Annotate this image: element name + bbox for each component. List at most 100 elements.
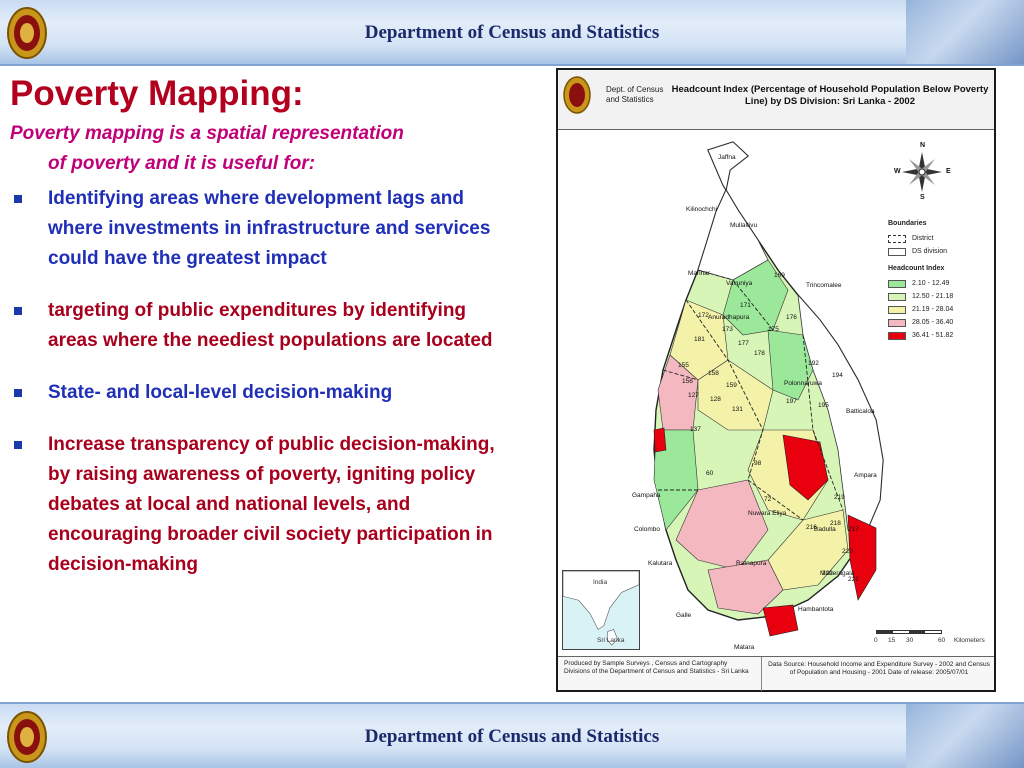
place-label: Hambantota <box>798 606 834 613</box>
bullet-item: Identifying areas where development lags… <box>10 184 510 274</box>
banner-photo <box>906 704 1024 768</box>
legend-headcount-title: Headcount Index <box>888 265 945 272</box>
legend-row: 36.41 - 51.82 <box>888 330 992 341</box>
place-label: Mullaitivu <box>730 222 758 229</box>
division-number: 155 <box>678 362 689 369</box>
map-data-source: Data Source: Household Income and Expend… <box>768 661 990 676</box>
legend-label: 21.19 - 28.04 <box>912 306 954 313</box>
division-number: 197 <box>786 398 797 405</box>
legend-row: District <box>888 233 992 244</box>
bullet-square-icon <box>14 441 22 449</box>
legend-label: DS division <box>912 248 948 255</box>
place-label: Mannar <box>688 270 711 277</box>
place-label: Ampara <box>854 472 877 479</box>
place-label: Kilinochchi <box>686 206 718 213</box>
division-number: 175 <box>768 326 779 333</box>
ds-division-swatch <box>888 247 906 256</box>
division-number: 181 <box>694 336 705 343</box>
bullet-square-icon <box>14 307 22 315</box>
subtitle-line-1: Poverty mapping is a spatial representat… <box>10 123 404 144</box>
legend-swatch <box>888 279 906 288</box>
division-number: 176 <box>786 314 797 321</box>
division-number: 218 <box>830 520 841 527</box>
bullet-item: State- and local-level decision-making <box>10 378 510 408</box>
division-number: 219 <box>834 494 845 501</box>
poverty-map-figure: Dept. of Census and Statistics Headcount… <box>556 68 996 692</box>
division-number: 158 <box>708 370 719 377</box>
bullet-text: Identifying areas where development lags… <box>48 188 491 269</box>
inset-label-sri-lanka: Sri Lanka <box>597 637 625 644</box>
legend-swatch <box>888 318 906 327</box>
place-label: Anuradhapura <box>708 314 750 321</box>
compass-east: E <box>946 168 951 175</box>
place-label: Nuwara Eliya <box>748 510 787 517</box>
page-subtitle: Poverty mapping is a spatial representat… <box>10 119 520 179</box>
legend-label: 28.05 - 36.40 <box>912 319 954 326</box>
map-title: Headcount Index (Percentage of Household… <box>671 84 989 107</box>
place-label: Kalutara <box>648 560 673 567</box>
legend-row: 28.05 - 36.40 <box>888 317 992 328</box>
division-number: 177 <box>738 340 749 347</box>
district-swatch <box>888 234 906 243</box>
legend-boundaries-title: Boundaries <box>888 220 927 227</box>
place-label: Jaffna <box>718 154 736 161</box>
division-number: 169 <box>774 272 785 279</box>
division-number: 72 <box>764 496 772 503</box>
legend-label: 36.41 - 51.82 <box>912 332 954 339</box>
place-label: Gampaha <box>632 492 661 499</box>
division-number: 171 <box>740 302 751 309</box>
page-title: Poverty Mapping: <box>10 74 304 113</box>
bullet-text: Increase transparency of public decision… <box>48 434 495 575</box>
place-label: Trincomalee <box>806 282 842 289</box>
dept-logo-icon <box>563 76 591 114</box>
place-label: Matara <box>734 644 755 651</box>
map-header: Dept. of Census and Statistics Headcount… <box>558 70 994 130</box>
bottom-banner: Department of Census and Statistics <box>0 702 1024 768</box>
subtitle-line-2: of poverty and it is useful for: <box>48 153 316 174</box>
division-number: 131 <box>732 406 743 413</box>
bullet-list: Identifying areas where development lags… <box>10 184 510 602</box>
banner-photo <box>906 0 1024 64</box>
legend-label: 2.10 - 12.49 <box>912 280 950 287</box>
legend-row: 21.19 - 28.04 <box>888 304 992 315</box>
division-number: 98 <box>754 460 762 467</box>
division-number: 127 <box>688 392 699 399</box>
division-number: 128 <box>710 396 721 403</box>
map-footer: Produced by Sample Surveys , Census and … <box>558 656 994 691</box>
legend-label: 12.50 - 21.18 <box>912 293 954 300</box>
inset-label-india: India <box>593 579 608 586</box>
bullet-square-icon <box>14 195 22 203</box>
legend-label: District <box>912 235 934 242</box>
scale-tick: 0 <box>874 637 878 644</box>
locator-inset-map: India Sri Lanka <box>562 570 640 650</box>
bullet-item: targeting of public expenditures by iden… <box>10 296 510 356</box>
bullet-text: State- and local-level decision-making <box>48 382 393 403</box>
legend-row: 2.10 - 12.49 <box>888 278 992 289</box>
division-number: 137 <box>690 426 701 433</box>
scale-tick: 60 <box>938 637 946 644</box>
division-number: 60 <box>706 470 714 477</box>
compass-north: N <box>920 142 926 149</box>
division-number: 194 <box>832 372 843 379</box>
place-label: Colombo <box>634 526 661 533</box>
banner-title: Department of Census and Statistics <box>364 726 660 747</box>
top-banner: Department of Census and Statistics <box>0 0 1024 66</box>
scale-tick: 30 <box>906 637 914 644</box>
legend-swatch <box>888 331 906 340</box>
compass-labels: N S E W <box>894 142 954 202</box>
division-number: 156 <box>682 378 693 385</box>
scale-tick: 15 <box>888 637 896 644</box>
place-label: Polonnaruwa <box>784 380 822 387</box>
division-number: 172 <box>698 312 709 319</box>
division-number: 222 <box>822 570 833 577</box>
place-label: Badulla <box>814 526 836 533</box>
division-number: 217 <box>848 526 859 533</box>
place-label: Vavuniya <box>726 280 753 287</box>
place-label: Batticaloa <box>846 408 875 415</box>
division-number: 159 <box>726 382 737 389</box>
bullet-text: targeting of public expenditures by iden… <box>48 300 493 351</box>
division-number: 195 <box>818 402 829 409</box>
compass-south: S <box>920 194 925 201</box>
bullet-square-icon <box>14 389 22 397</box>
division-number: 220 <box>842 548 853 555</box>
